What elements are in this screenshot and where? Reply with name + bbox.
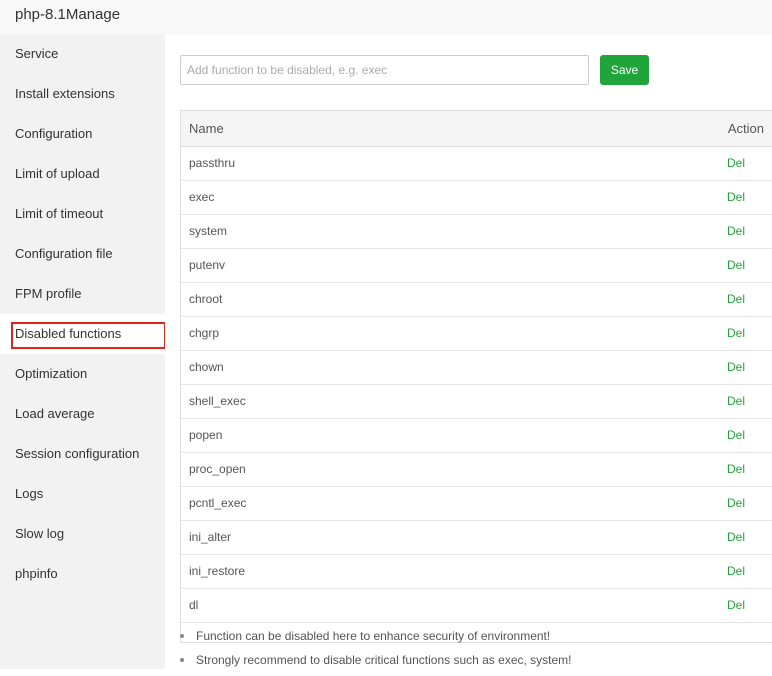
table-row: chroot Del xyxy=(181,282,772,317)
action-cell: Del xyxy=(521,146,772,181)
delete-link[interactable]: Del xyxy=(727,190,745,204)
action-cell: Del xyxy=(521,384,772,419)
function-name-cell: exec xyxy=(181,180,522,215)
table-row: shell_exec Del xyxy=(181,384,772,419)
delete-link[interactable]: Del xyxy=(727,394,745,408)
action-cell: Del xyxy=(521,452,772,487)
action-cell: Del xyxy=(521,316,772,351)
delete-link[interactable]: Del xyxy=(727,598,745,612)
disabled-functions-table: Name Action passthru Del exec Del system Del p… xyxy=(181,111,772,623)
action-cell: Del xyxy=(521,554,772,589)
table-body: passthru Del exec Del system Del putenv Del chro… xyxy=(181,146,772,623)
tip-item: Strongly recommend to disable critical f… xyxy=(180,652,572,672)
sidebar-item-fpm-profile[interactable]: FPM profile xyxy=(0,274,165,314)
table-row: ini_restore Del xyxy=(181,554,772,589)
sidebar-item-limit-of-timeout[interactable]: Limit of timeout xyxy=(0,194,165,234)
table-row: system Del xyxy=(181,214,772,249)
table-row: proc_open Del xyxy=(181,452,772,487)
delete-link[interactable]: Del xyxy=(727,428,745,442)
bullet-icon xyxy=(180,658,184,662)
table-row: pcntl_exec Del xyxy=(181,486,772,521)
function-name-cell: ini_alter xyxy=(181,520,522,555)
delete-link[interactable]: Del xyxy=(727,564,745,578)
table-header-row: Name Action xyxy=(181,111,772,147)
save-button[interactable]: Save xyxy=(600,55,649,85)
sidebar-item-configuration[interactable]: Configuration xyxy=(0,114,165,154)
function-name-cell: putenv xyxy=(181,248,522,283)
action-cell: Del xyxy=(521,418,772,453)
function-name-cell: system xyxy=(181,214,522,249)
function-name-cell: ini_restore xyxy=(181,554,522,589)
delete-link[interactable]: Del xyxy=(727,156,745,170)
sidebar-item-disabled-functions[interactable]: Disabled functions xyxy=(0,314,165,354)
table-row: passthru Del xyxy=(181,146,772,181)
action-cell: Del xyxy=(521,214,772,249)
action-cell: Del xyxy=(521,282,772,317)
column-header-action: Action xyxy=(521,111,772,147)
action-cell: Del xyxy=(521,248,772,283)
sidebar-item-optimization[interactable]: Optimization xyxy=(0,354,165,394)
action-cell: Del xyxy=(521,588,772,623)
sidebar-item-limit-of-upload[interactable]: Limit of upload xyxy=(0,154,165,194)
bullet-icon xyxy=(180,634,184,638)
delete-link[interactable]: Del xyxy=(727,326,745,340)
table-row: dl Del xyxy=(181,588,772,623)
delete-link[interactable]: Del xyxy=(727,224,745,238)
function-name-cell: chroot xyxy=(181,282,522,317)
table-row: putenv Del xyxy=(181,248,772,283)
sidebar-item-configuration-file[interactable]: Configuration file xyxy=(0,234,165,274)
action-cell: Del xyxy=(521,486,772,521)
delete-link[interactable]: Del xyxy=(727,292,745,306)
action-cell: Del xyxy=(521,180,772,215)
table-row: chgrp Del xyxy=(181,316,772,351)
action-cell: Del xyxy=(521,350,772,385)
function-name-cell: chown xyxy=(181,350,522,385)
sidebar-item-logs[interactable]: Logs xyxy=(0,474,165,514)
delete-link[interactable]: Del xyxy=(727,360,745,374)
main-panel: Save Name Action passthruDelexecDelsyste… xyxy=(165,34,772,669)
delete-link[interactable]: Del xyxy=(727,462,745,476)
sidebar-item-slow-log[interactable]: Slow log xyxy=(0,514,165,554)
tip-text: Function can be disabled here to enhance… xyxy=(196,629,551,643)
function-name-cell: dl xyxy=(181,588,522,623)
column-header-name: Name xyxy=(181,111,522,147)
sidebar-item-service[interactable]: Service xyxy=(0,34,165,74)
disabled-functions-table-container[interactable]: Name Action passthru Del exec Del system Del p… xyxy=(180,110,772,643)
delete-link[interactable]: Del xyxy=(727,258,745,272)
function-name-cell: proc_open xyxy=(181,452,522,487)
function-name-cell: shell_exec xyxy=(181,384,522,419)
sidebar: Service Install extensions Configuration Li… xyxy=(0,34,165,669)
sidebar-item-phpinfo[interactable]: phpinfo xyxy=(0,554,165,594)
tip-text: Strongly recommend to disable critical f… xyxy=(196,653,572,667)
sidebar-item-install-extensions[interactable]: Install extensions xyxy=(0,74,165,114)
delete-link[interactable]: Del xyxy=(727,530,745,544)
window-title: php-8.1Manage xyxy=(0,0,772,34)
function-input[interactable] xyxy=(180,55,589,85)
table-row: exec Del xyxy=(181,180,772,215)
function-name-cell: chgrp xyxy=(181,316,522,351)
table-row: chown Del xyxy=(181,350,772,385)
sidebar-item-load-average[interactable]: Load average xyxy=(0,394,165,434)
action-cell: Del xyxy=(521,520,772,555)
function-name-cell: passthru xyxy=(181,146,522,181)
delete-link[interactable]: Del xyxy=(727,496,745,510)
table-row: ini_alter Del xyxy=(181,520,772,555)
function-name-cell: pcntl_exec xyxy=(181,486,522,521)
tip-item: Function can be disabled here to enhance… xyxy=(180,628,572,648)
sidebar-item-session-configuration[interactable]: Session configuration xyxy=(0,434,165,474)
table-row: popen Del xyxy=(181,418,772,453)
function-name-cell: popen xyxy=(181,418,522,453)
